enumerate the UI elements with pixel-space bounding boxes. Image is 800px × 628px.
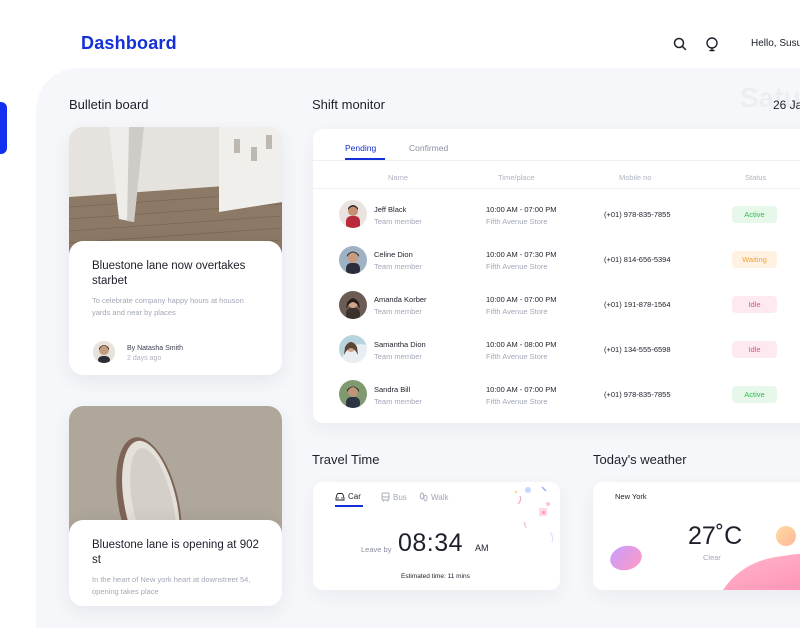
confetti-decoration <box>514 486 554 543</box>
status-badge: Active <box>732 386 777 403</box>
news-body: Bluestone lane now overtakes starbet To … <box>69 241 282 375</box>
news-card[interactable]: Bluestone lane now overtakes starbet To … <box>69 127 282 375</box>
mobile-number: (+01) 978-835-7855 <box>604 210 671 219</box>
tab-walk[interactable]: Walk <box>419 492 448 502</box>
sidebar-active-indicator[interactable] <box>0 102 7 154</box>
estimated-time: Estimated time: 11 mins <box>401 573 470 580</box>
date-label: 26 Ja <box>773 98 800 112</box>
employee-role: Team member <box>374 217 422 226</box>
weather-card: New York 27˚C Clear <box>593 482 800 590</box>
post-time: 2 days ago <box>127 355 162 362</box>
avatar <box>339 291 367 319</box>
shift-time: 10:00 AM - 08:00 PM <box>486 340 557 349</box>
employee-role: Team member <box>374 262 422 271</box>
travel-tab-indicator <box>335 505 363 507</box>
employee-name: Sandra Bill <box>374 385 411 394</box>
tab-divider <box>313 160 800 161</box>
shift-place: Fifth Avenue Store <box>486 397 548 406</box>
author-name: By Natasha Smith <box>127 345 184 352</box>
author-avatar <box>93 341 115 363</box>
news-card[interactable]: Bluestone lane is opening at 902 st In t… <box>69 406 282 606</box>
employee-name: Amanda Korber <box>374 295 427 304</box>
column-header-mobile: Mobile no <box>619 173 652 182</box>
weather-title: Today's weather <box>593 452 687 467</box>
notification-icon[interactable] <box>704 36 720 52</box>
top-bar: Dashboard Hello, Susu <box>0 0 800 70</box>
shift-time: 10:00 AM - 07:00 PM <box>486 385 557 394</box>
employee-name: Celine Dion <box>374 250 413 259</box>
employee-name: Jeff Black <box>374 205 407 214</box>
news-excerpt: To celebrate company happy hours at hous… <box>92 296 244 317</box>
news-title[interactable]: Bluestone lane is opening at 902 st <box>92 538 262 568</box>
app-title: Dashboard <box>81 33 177 53</box>
shift-monitor-title: Shift monitor <box>312 97 385 112</box>
walk-icon <box>419 492 428 502</box>
employee-role: Team member <box>374 397 422 406</box>
mobile-number: (+01) 978-835-7855 <box>604 390 671 399</box>
avatar <box>339 335 367 363</box>
mobile-number: (+01) 814-656-5394 <box>604 255 671 264</box>
tab-confirmed[interactable]: Confirmed <box>409 143 448 153</box>
weather-condition: Clear <box>703 553 721 562</box>
avatar <box>339 380 367 408</box>
shift-place: Fifth Avenue Store <box>486 262 548 271</box>
shift-time: 10:00 AM - 07:30 PM <box>486 250 557 259</box>
search-icon[interactable] <box>672 36 688 52</box>
shift-time: 10:00 AM - 07:00 PM <box>486 295 557 304</box>
shift-time: 10:00 AM - 07:00 PM <box>486 205 557 214</box>
avatar <box>339 246 367 274</box>
leave-by-label: Leave by <box>361 545 392 554</box>
travel-time-title: Travel Time <box>312 452 380 467</box>
employee-name: Samantha Dion <box>374 340 426 349</box>
shift-place: Fifth Avenue Store <box>486 217 548 226</box>
temperature: 27˚C <box>688 522 743 550</box>
news-excerpt: In the heart of New york heart at downst… <box>92 575 251 596</box>
tab-walk-label: Walk <box>431 492 449 502</box>
status-badge: Idle <box>732 341 777 358</box>
tab-bus-label: Bus <box>393 492 407 502</box>
column-header-name: Name <box>388 173 409 182</box>
employee-role: Team member <box>374 352 422 361</box>
shift-place: Fifth Avenue Store <box>486 352 548 361</box>
shift-place: Fifth Avenue Store <box>486 307 548 316</box>
bulletin-board-title: Bulletin board <box>69 97 149 112</box>
leave-time: 08:34 <box>398 529 464 557</box>
mobile-number: (+01) 134-555-6598 <box>604 345 671 354</box>
status-badge: Active <box>732 206 777 223</box>
status-badge: Waiting <box>732 251 777 268</box>
user-greeting[interactable]: Hello, Susu <box>751 38 800 49</box>
news-body: Bluestone lane is opening at 902 st In t… <box>69 520 282 606</box>
travel-time-card: Car Bus Walk Leave by 08:34 AM Estimated… <box>313 482 560 590</box>
column-header-status: Status <box>745 173 767 182</box>
tab-active-indicator <box>345 158 385 160</box>
tab-bus[interactable]: Bus <box>381 492 407 502</box>
column-header-time-place: Time/place <box>498 173 535 182</box>
news-title[interactable]: Bluestone lane now overtakes starbet <box>92 259 262 289</box>
status-badge: Idle <box>732 296 777 313</box>
tab-car[interactable]: Car <box>335 492 361 501</box>
shift-monitor-card: Pending Confirmed Name Time/place Mobile… <box>313 129 800 423</box>
leave-ampm: AM <box>475 543 489 553</box>
car-icon <box>335 493 345 501</box>
tab-car-label: Car <box>348 492 361 501</box>
bus-icon <box>381 492 390 502</box>
mobile-number: (+01) 191-878-1564 <box>604 300 671 309</box>
header-divider <box>313 188 800 189</box>
avatar <box>339 200 367 228</box>
tab-pending[interactable]: Pending <box>345 143 376 153</box>
employee-role: Team member <box>374 307 422 316</box>
